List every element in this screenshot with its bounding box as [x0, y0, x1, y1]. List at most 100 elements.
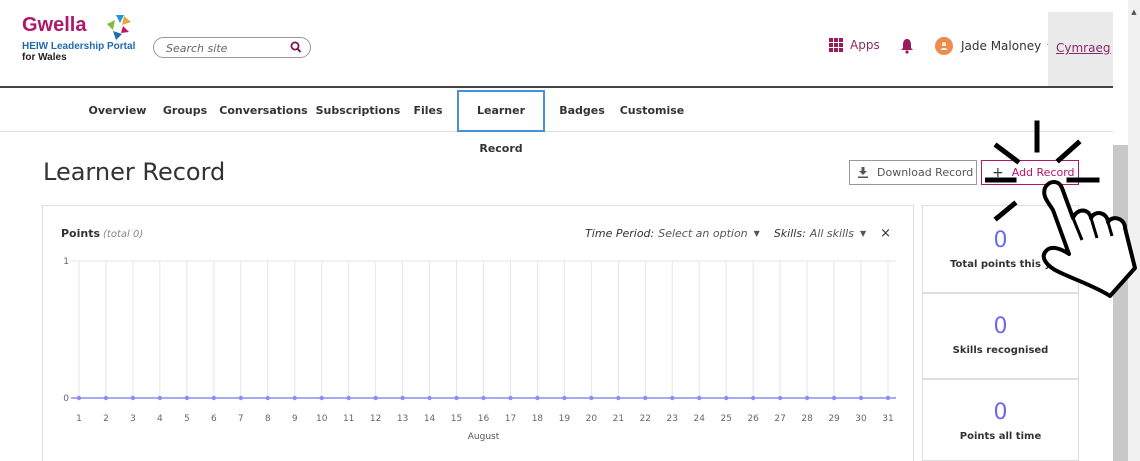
tab-conversations[interactable]: Conversations	[215, 90, 312, 132]
x-tick-label: 10	[316, 414, 328, 424]
page-title: Learner Record	[43, 158, 226, 186]
data-point	[292, 395, 297, 401]
data-point	[76, 395, 82, 401]
x-tick-label: 28	[801, 414, 813, 424]
x-tick-label: 3	[130, 414, 136, 424]
data-point	[157, 395, 163, 401]
x-tick-label: 29	[828, 414, 840, 424]
x-tick-label: 24	[694, 414, 706, 424]
chart-title: Points (total 0)	[61, 227, 143, 240]
apps-grid-icon	[829, 38, 843, 52]
data-point	[319, 395, 324, 401]
chart-title-text: Points	[61, 227, 101, 240]
time-period-select[interactable]: Select an option	[658, 227, 747, 240]
x-tick-label: 17	[505, 414, 516, 424]
stat-value: 0	[993, 400, 1008, 425]
data-point	[724, 395, 729, 401]
logo-mark-icon	[107, 15, 131, 40]
x-tick-label: 14	[424, 414, 436, 424]
x-tick-label: 1	[76, 414, 82, 424]
data-point	[508, 395, 513, 401]
download-icon	[858, 167, 868, 178]
data-point	[643, 395, 648, 401]
data-point	[535, 395, 540, 401]
points-line-chart: 011 2 3 4 5 6 7 8 9 10 11 12 13 14 15 16 17 18 19 20 21 22 23 2…	[63, 257, 896, 442]
download-record-label: Download Record	[877, 166, 974, 179]
data-point	[777, 395, 783, 401]
data-point	[211, 395, 217, 401]
search-icon[interactable]	[290, 41, 302, 54]
x-tick-label: 31	[882, 414, 893, 424]
notification-bell-icon[interactable]	[900, 38, 914, 54]
data-point	[831, 395, 837, 401]
user-menu[interactable]: Jade Maloney ▼	[935, 37, 1053, 55]
data-point	[400, 395, 405, 401]
data-point	[616, 395, 621, 401]
tab-subscriptions[interactable]: Subscriptions	[312, 90, 404, 132]
user-icon	[940, 42, 948, 50]
apps-menu[interactable]: Apps	[829, 38, 880, 52]
avatar	[935, 37, 953, 55]
user-name: Jade Maloney	[961, 39, 1042, 53]
stat-label: Skills recognised	[952, 345, 1049, 356]
download-record-button[interactable]: Download Record	[849, 160, 977, 185]
data-point	[858, 395, 864, 401]
data-point	[670, 395, 675, 401]
stat-card-skills-recognised: 0 Skills recognised	[922, 293, 1079, 379]
search-input[interactable]	[166, 40, 284, 56]
tab-badges[interactable]: Badges	[551, 90, 613, 132]
apps-label: Apps	[850, 38, 880, 52]
language-link[interactable]: Cymraeg	[1056, 41, 1110, 55]
gwella-logo[interactable]: Gwella HEIW Leadership Portal for Wales	[22, 14, 135, 63]
close-icon[interactable]: ×	[880, 226, 891, 241]
stat-value: 0	[993, 314, 1008, 339]
click-hand-icon	[985, 120, 1137, 298]
x-tick-label: 23	[667, 414, 678, 424]
data-point	[750, 395, 756, 401]
chart-subtitle: (total 0)	[103, 229, 144, 240]
data-point	[697, 395, 702, 401]
language-switch: Cymraeg	[1048, 12, 1113, 86]
x-tick-label: 9	[292, 414, 298, 424]
chart-filters: Time Period: Select an option ▼ Skills: …	[585, 226, 891, 241]
x-tick-label: 27	[774, 414, 785, 424]
search-box[interactable]	[153, 37, 311, 58]
y-tick-label: 0	[63, 394, 69, 404]
x-tick-label: 16	[478, 414, 490, 424]
chevron-down-icon[interactable]: ▼	[754, 229, 760, 238]
stat-card-points-all-time: 0 Points all time	[922, 379, 1079, 461]
x-tick-label: 30	[855, 414, 867, 424]
tab-learner-record[interactable]: Learner Record	[457, 90, 545, 155]
x-tick-label: 18	[532, 414, 544, 424]
tab-files[interactable]: Files	[404, 90, 452, 132]
x-tick-label: 12	[370, 414, 381, 424]
scroll-up-icon[interactable]: ▲	[1128, 8, 1140, 16]
tab-customise[interactable]: Customise	[613, 90, 691, 132]
points-chart-panel: Points (total 0) Time Period: Select an o…	[42, 205, 914, 461]
x-tick-label: 5	[184, 414, 190, 424]
skills-select[interactable]: All skills	[810, 227, 854, 240]
tab-overview[interactable]: Overview	[80, 90, 155, 132]
tab-groups[interactable]: Groups	[155, 90, 215, 132]
data-point	[103, 395, 109, 401]
x-tick-label: 19	[559, 414, 571, 424]
data-point	[265, 395, 270, 401]
data-point	[427, 395, 432, 401]
logo-tagline-2: for Wales	[22, 52, 67, 63]
data-point	[562, 395, 567, 401]
data-point	[238, 395, 243, 401]
x-axis-label: August	[468, 432, 500, 442]
x-tick-label: 6	[211, 414, 217, 424]
data-point	[373, 395, 378, 401]
x-tick-label: 4	[157, 414, 163, 424]
x-tick-label: 22	[640, 414, 651, 424]
data-point	[589, 395, 594, 401]
x-tick-label: 11	[343, 414, 354, 424]
x-tick-label: 8	[265, 414, 271, 424]
x-tick-label: 26	[747, 414, 759, 424]
data-point	[184, 395, 190, 401]
x-tick-label: 13	[397, 414, 408, 424]
time-period-label: Time Period:	[585, 227, 655, 240]
data-point	[885, 395, 891, 401]
chevron-down-icon[interactable]: ▼	[860, 229, 866, 238]
